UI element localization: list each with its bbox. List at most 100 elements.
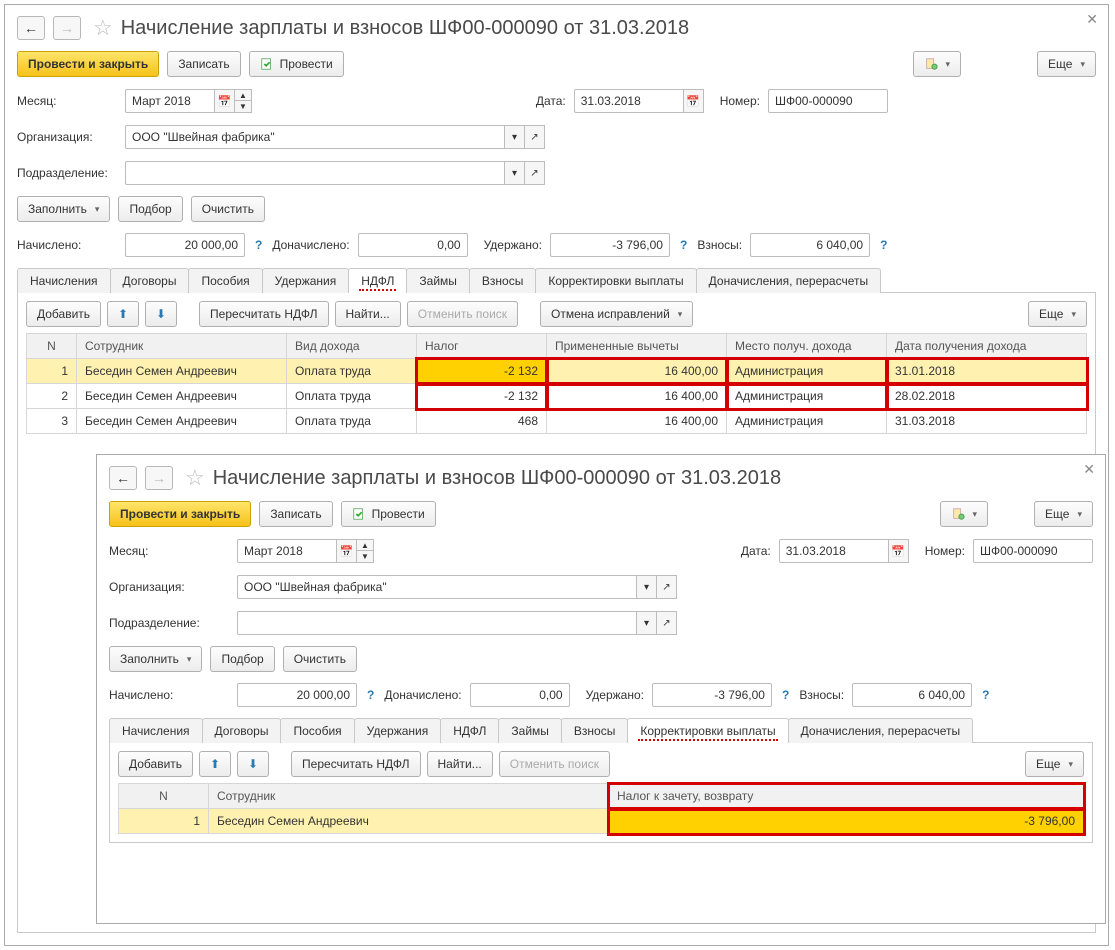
dropdown-icon[interactable]: ▾	[637, 611, 657, 635]
undo-corrections-button[interactable]: Отмена исправлений▾	[540, 301, 693, 327]
tab-recalc[interactable]: Доначисления, перерасчеты	[788, 718, 973, 743]
favorite-star-icon[interactable]: ☆	[93, 15, 113, 41]
save-button[interactable]: Записать	[167, 51, 240, 77]
nav-back-button[interactable]: ←	[109, 466, 137, 490]
calendar-icon[interactable]	[337, 539, 357, 563]
tab-loans[interactable]: Займы	[406, 268, 470, 293]
tab-ndfl[interactable]: НДФЛ	[440, 718, 499, 743]
org-field[interactable]: ООО "Швейная фабрика"	[237, 575, 637, 599]
fill-button[interactable]: Заполнить▾	[17, 196, 110, 222]
tab-contrib[interactable]: Взносы	[469, 268, 536, 293]
help-icon[interactable]: ?	[780, 688, 791, 702]
save-button[interactable]: Записать	[259, 501, 332, 527]
org-field[interactable]: ООО "Швейная фабрика"	[125, 125, 505, 149]
tab-contracts[interactable]: Договоры	[110, 268, 190, 293]
help-icon[interactable]: ?	[878, 238, 889, 252]
move-up-button[interactable]: ⬆	[199, 751, 231, 777]
recalc-ndfl-button[interactable]: Пересчитать НДФЛ	[199, 301, 328, 327]
corrections-tab-body: Добавить ⬆ ⬇ Пересчитать НДФЛ Найти... О…	[109, 743, 1093, 843]
post-and-close-button[interactable]: Провести и закрыть	[109, 501, 251, 527]
post-button[interactable]: Провести	[341, 501, 436, 527]
table-row[interactable]: 1 Беседин Семен Андреевич -3 796,00	[119, 809, 1084, 834]
nav-back-button[interactable]: ←	[17, 16, 45, 40]
calendar-icon[interactable]	[215, 89, 235, 113]
open-icon[interactable]: ↗	[657, 575, 677, 599]
find-button[interactable]: Найти...	[335, 301, 401, 327]
add-row-button[interactable]: Добавить	[118, 751, 193, 777]
help-icon[interactable]: ?	[678, 238, 689, 252]
calendar-icon[interactable]	[889, 539, 909, 563]
tab-recalc[interactable]: Доначисления, перерасчеты	[696, 268, 881, 293]
move-down-button[interactable]: ⬇	[145, 301, 177, 327]
open-icon[interactable]: ↗	[525, 125, 545, 149]
date-field[interactable]: 31.03.2018	[779, 539, 889, 563]
recalc-ndfl-button[interactable]: Пересчитать НДФЛ	[291, 751, 420, 777]
tab-bar: Начисления Договоры Пособия Удержания НД…	[109, 717, 1093, 743]
nav-forward-button[interactable]: →	[145, 466, 173, 490]
open-icon[interactable]: ↗	[525, 161, 545, 185]
table-row[interactable]: 1 Беседин Семен Андреевич Оплата труда -…	[27, 359, 1087, 384]
more-button[interactable]: Еще▾	[1037, 51, 1096, 77]
pick-button[interactable]: Подбор	[118, 196, 182, 222]
tab-corrections[interactable]: Корректировки выплаты	[627, 718, 788, 743]
dept-field[interactable]	[237, 611, 637, 635]
tab-contracts[interactable]: Договоры	[202, 718, 282, 743]
tab-contrib[interactable]: Взносы	[561, 718, 628, 743]
dept-field[interactable]	[125, 161, 505, 185]
dept-label: Подразделение:	[17, 166, 117, 180]
tab-corrections[interactable]: Корректировки выплаты	[535, 268, 696, 293]
grid-header: N Сотрудник Вид дохода Налог Примененные…	[27, 334, 1087, 359]
close-icon[interactable]: ✕	[1086, 11, 1098, 28]
tab-deductions[interactable]: Удержания	[354, 718, 442, 743]
dropdown-icon[interactable]: ▾	[637, 575, 657, 599]
help-icon[interactable]: ?	[980, 688, 991, 702]
table-row[interactable]: 2 Беседин Семен Андреевич Оплата труда -…	[27, 384, 1087, 409]
cancel-search-button[interactable]: Отменить поиск	[499, 751, 610, 777]
pick-button[interactable]: Подбор	[210, 646, 274, 672]
arrow-down-icon: ⬇	[156, 307, 166, 321]
tab-benefits[interactable]: Пособия	[280, 718, 354, 743]
move-up-button[interactable]: ⬆	[107, 301, 139, 327]
tab-ndfl[interactable]: НДФЛ	[348, 268, 407, 293]
tab-loans[interactable]: Займы	[498, 718, 562, 743]
add-row-button[interactable]: Добавить	[26, 301, 101, 327]
move-down-button[interactable]: ⬇	[237, 751, 269, 777]
favorite-star-icon[interactable]: ☆	[185, 465, 205, 491]
dropdown-icon[interactable]: ▾	[505, 161, 525, 185]
close-icon[interactable]: ✕	[1083, 461, 1095, 478]
clear-button[interactable]: Очистить	[283, 646, 357, 672]
month-spinner[interactable]: ▲▼	[357, 539, 374, 563]
tab-benefits[interactable]: Пособия	[188, 268, 262, 293]
titlebar: ← → ☆ Начисление зарплаты и взносов ШФ00…	[17, 15, 1096, 41]
month-field[interactable]: Март 2018	[237, 539, 337, 563]
tab-bar: Начисления Договоры Пособия Удержания НД…	[17, 267, 1096, 293]
tab-accruals[interactable]: Начисления	[17, 268, 111, 293]
tab-deductions[interactable]: Удержания	[262, 268, 350, 293]
grid-more-button[interactable]: Еще▾	[1025, 751, 1084, 777]
number-field[interactable]: ШФ00-000090	[768, 89, 888, 113]
table-row[interactable]: 3 Беседин Семен Андреевич Оплата труда 4…	[27, 409, 1087, 434]
dropdown-icon[interactable]: ▾	[505, 125, 525, 149]
find-button[interactable]: Найти...	[427, 751, 493, 777]
corrections-grid[interactable]: N Сотрудник Налог к зачету, возврату 1 Б…	[118, 783, 1084, 834]
post-button[interactable]: Провести	[249, 51, 344, 77]
date-field[interactable]: 31.03.2018	[574, 89, 684, 113]
ndfl-grid[interactable]: N Сотрудник Вид дохода Налог Примененные…	[26, 333, 1087, 434]
more-button[interactable]: Еще▾	[1034, 501, 1093, 527]
month-spinner[interactable]: ▲▼	[235, 89, 252, 113]
grid-more-button[interactable]: Еще▾	[1028, 301, 1087, 327]
fill-button[interactable]: Заполнить▾	[109, 646, 202, 672]
month-field[interactable]: Март 2018	[125, 89, 215, 113]
help-icon[interactable]: ?	[365, 688, 376, 702]
clear-button[interactable]: Очистить	[191, 196, 265, 222]
calendar-icon[interactable]	[684, 89, 704, 113]
tab-accruals[interactable]: Начисления	[109, 718, 203, 743]
open-icon[interactable]: ↗	[657, 611, 677, 635]
cancel-search-button[interactable]: Отменить поиск	[407, 301, 518, 327]
number-field[interactable]: ШФ00-000090	[973, 539, 1093, 563]
post-and-close-button[interactable]: Провести и закрыть	[17, 51, 159, 77]
attach-button[interactable]: ▾	[940, 501, 989, 527]
attach-button[interactable]: ▾	[913, 51, 962, 77]
help-icon[interactable]: ?	[253, 238, 264, 252]
nav-forward-button[interactable]: →	[53, 16, 81, 40]
